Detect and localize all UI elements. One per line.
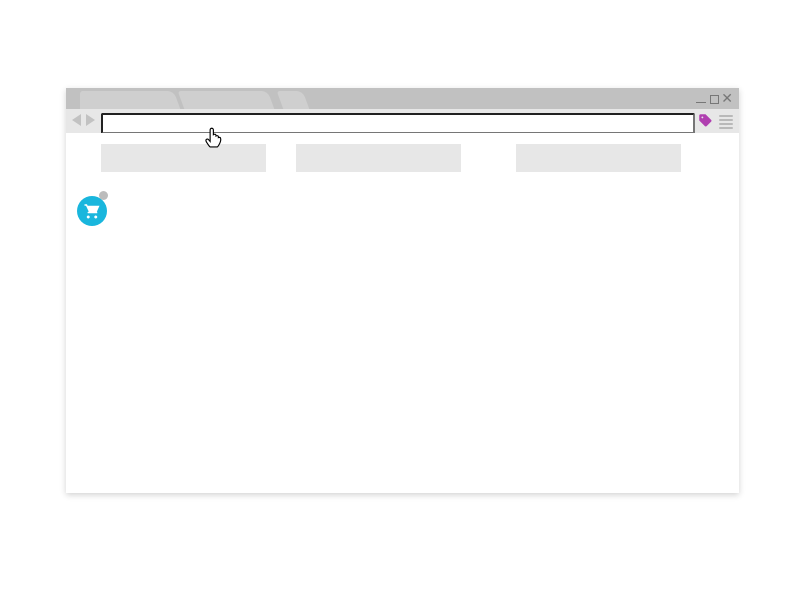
browser-window: ✕: [66, 88, 739, 493]
cart-badge-dot: [99, 191, 108, 200]
extension-tag-icon[interactable]: [698, 113, 713, 128]
nav-forward-button[interactable]: [86, 114, 95, 126]
nav-back-button[interactable]: [72, 114, 81, 126]
content-block: [296, 144, 461, 172]
window-minimize-button[interactable]: [696, 102, 706, 103]
tab-strip: ✕: [66, 88, 739, 109]
new-tab-button[interactable]: [277, 91, 310, 109]
hamburger-menu-icon[interactable]: [719, 113, 733, 131]
cart-icon: [83, 202, 101, 220]
content-block: [516, 144, 681, 172]
window-controls: ✕: [696, 93, 733, 105]
address-bar[interactable]: [101, 113, 695, 134]
browser-tab[interactable]: [178, 91, 275, 109]
content-block: [101, 144, 266, 172]
window-maximize-button[interactable]: [710, 95, 719, 104]
cart-button[interactable]: [77, 196, 107, 226]
window-close-button[interactable]: ✕: [721, 92, 733, 104]
browser-tab[interactable]: [80, 91, 181, 109]
toolbar: [66, 109, 739, 133]
page-content: [66, 133, 739, 493]
